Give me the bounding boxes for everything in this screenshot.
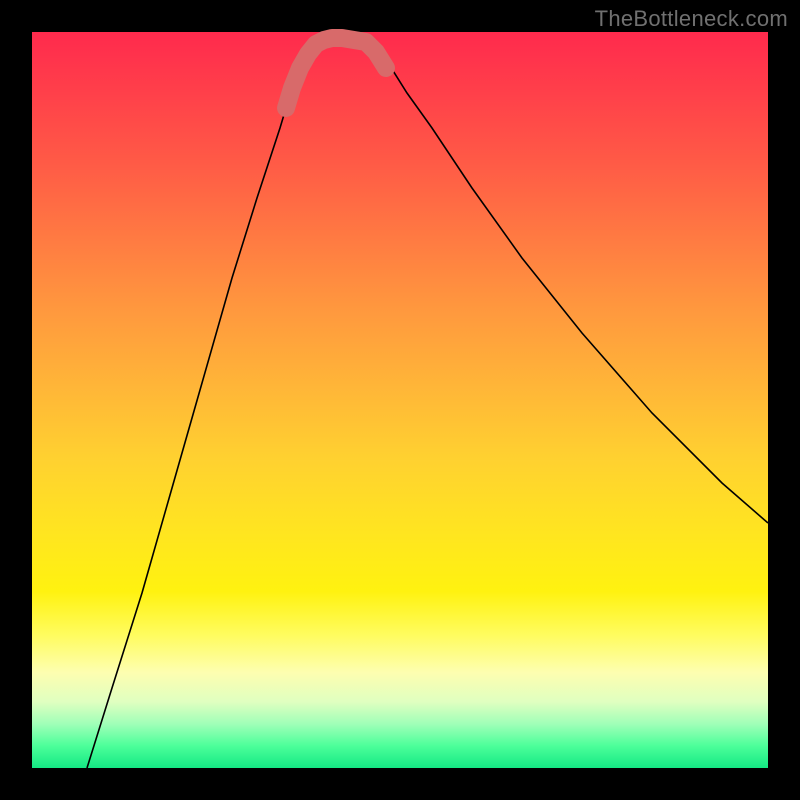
watermark-text: TheBottleneck.com [595, 6, 788, 32]
chart-frame: TheBottleneck.com [0, 0, 800, 800]
curve-svg [32, 32, 768, 768]
curve-highlight [286, 38, 386, 108]
curve-left-branch [87, 38, 322, 768]
plot-area [32, 32, 768, 768]
curve-right-branch [367, 38, 768, 523]
